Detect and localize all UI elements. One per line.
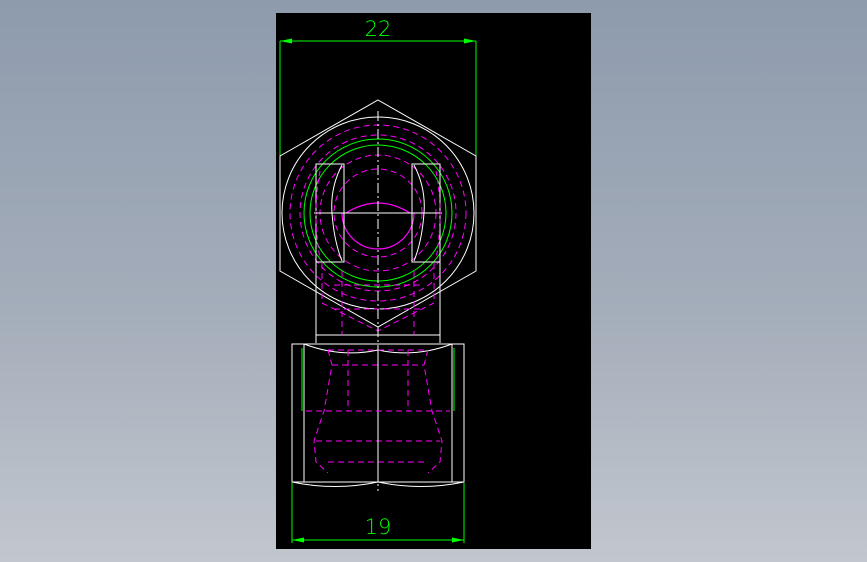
dimension-bottom-label: 19: [365, 515, 392, 539]
dimension-bottom-arrow-left: [292, 537, 304, 543]
cad-drawing: 22 19: [279, 17, 477, 543]
dimension-bottom-arrow-right: [452, 537, 464, 543]
dimension-top-arrow-right: [464, 38, 476, 44]
dimension-top-arrow-left: [280, 38, 292, 44]
cad-drawing-canvas[interactable]: 22 19: [276, 13, 591, 549]
dimension-top-label: 22: [365, 17, 392, 41]
